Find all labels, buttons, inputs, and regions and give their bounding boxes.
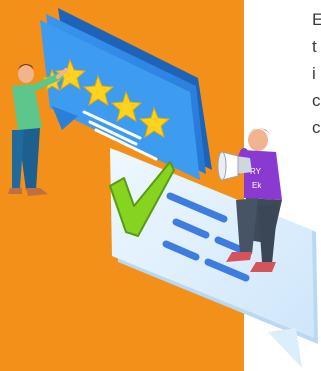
side-text-line: t <box>312 37 317 56</box>
side-text-line: i <box>312 64 316 83</box>
comment-speech-bubble <box>110 148 318 368</box>
side-text-line: E <box>312 10 321 29</box>
review-illustration-panel: RY Ek E t i c c <box>0 0 321 371</box>
side-text-line: c <box>312 91 321 110</box>
side-text: E t i c c <box>312 6 321 141</box>
side-text-line: c <box>312 118 321 137</box>
shirt-print-bottom: Ek <box>252 181 262 190</box>
illustration-canvas: RY Ek <box>8 8 318 368</box>
